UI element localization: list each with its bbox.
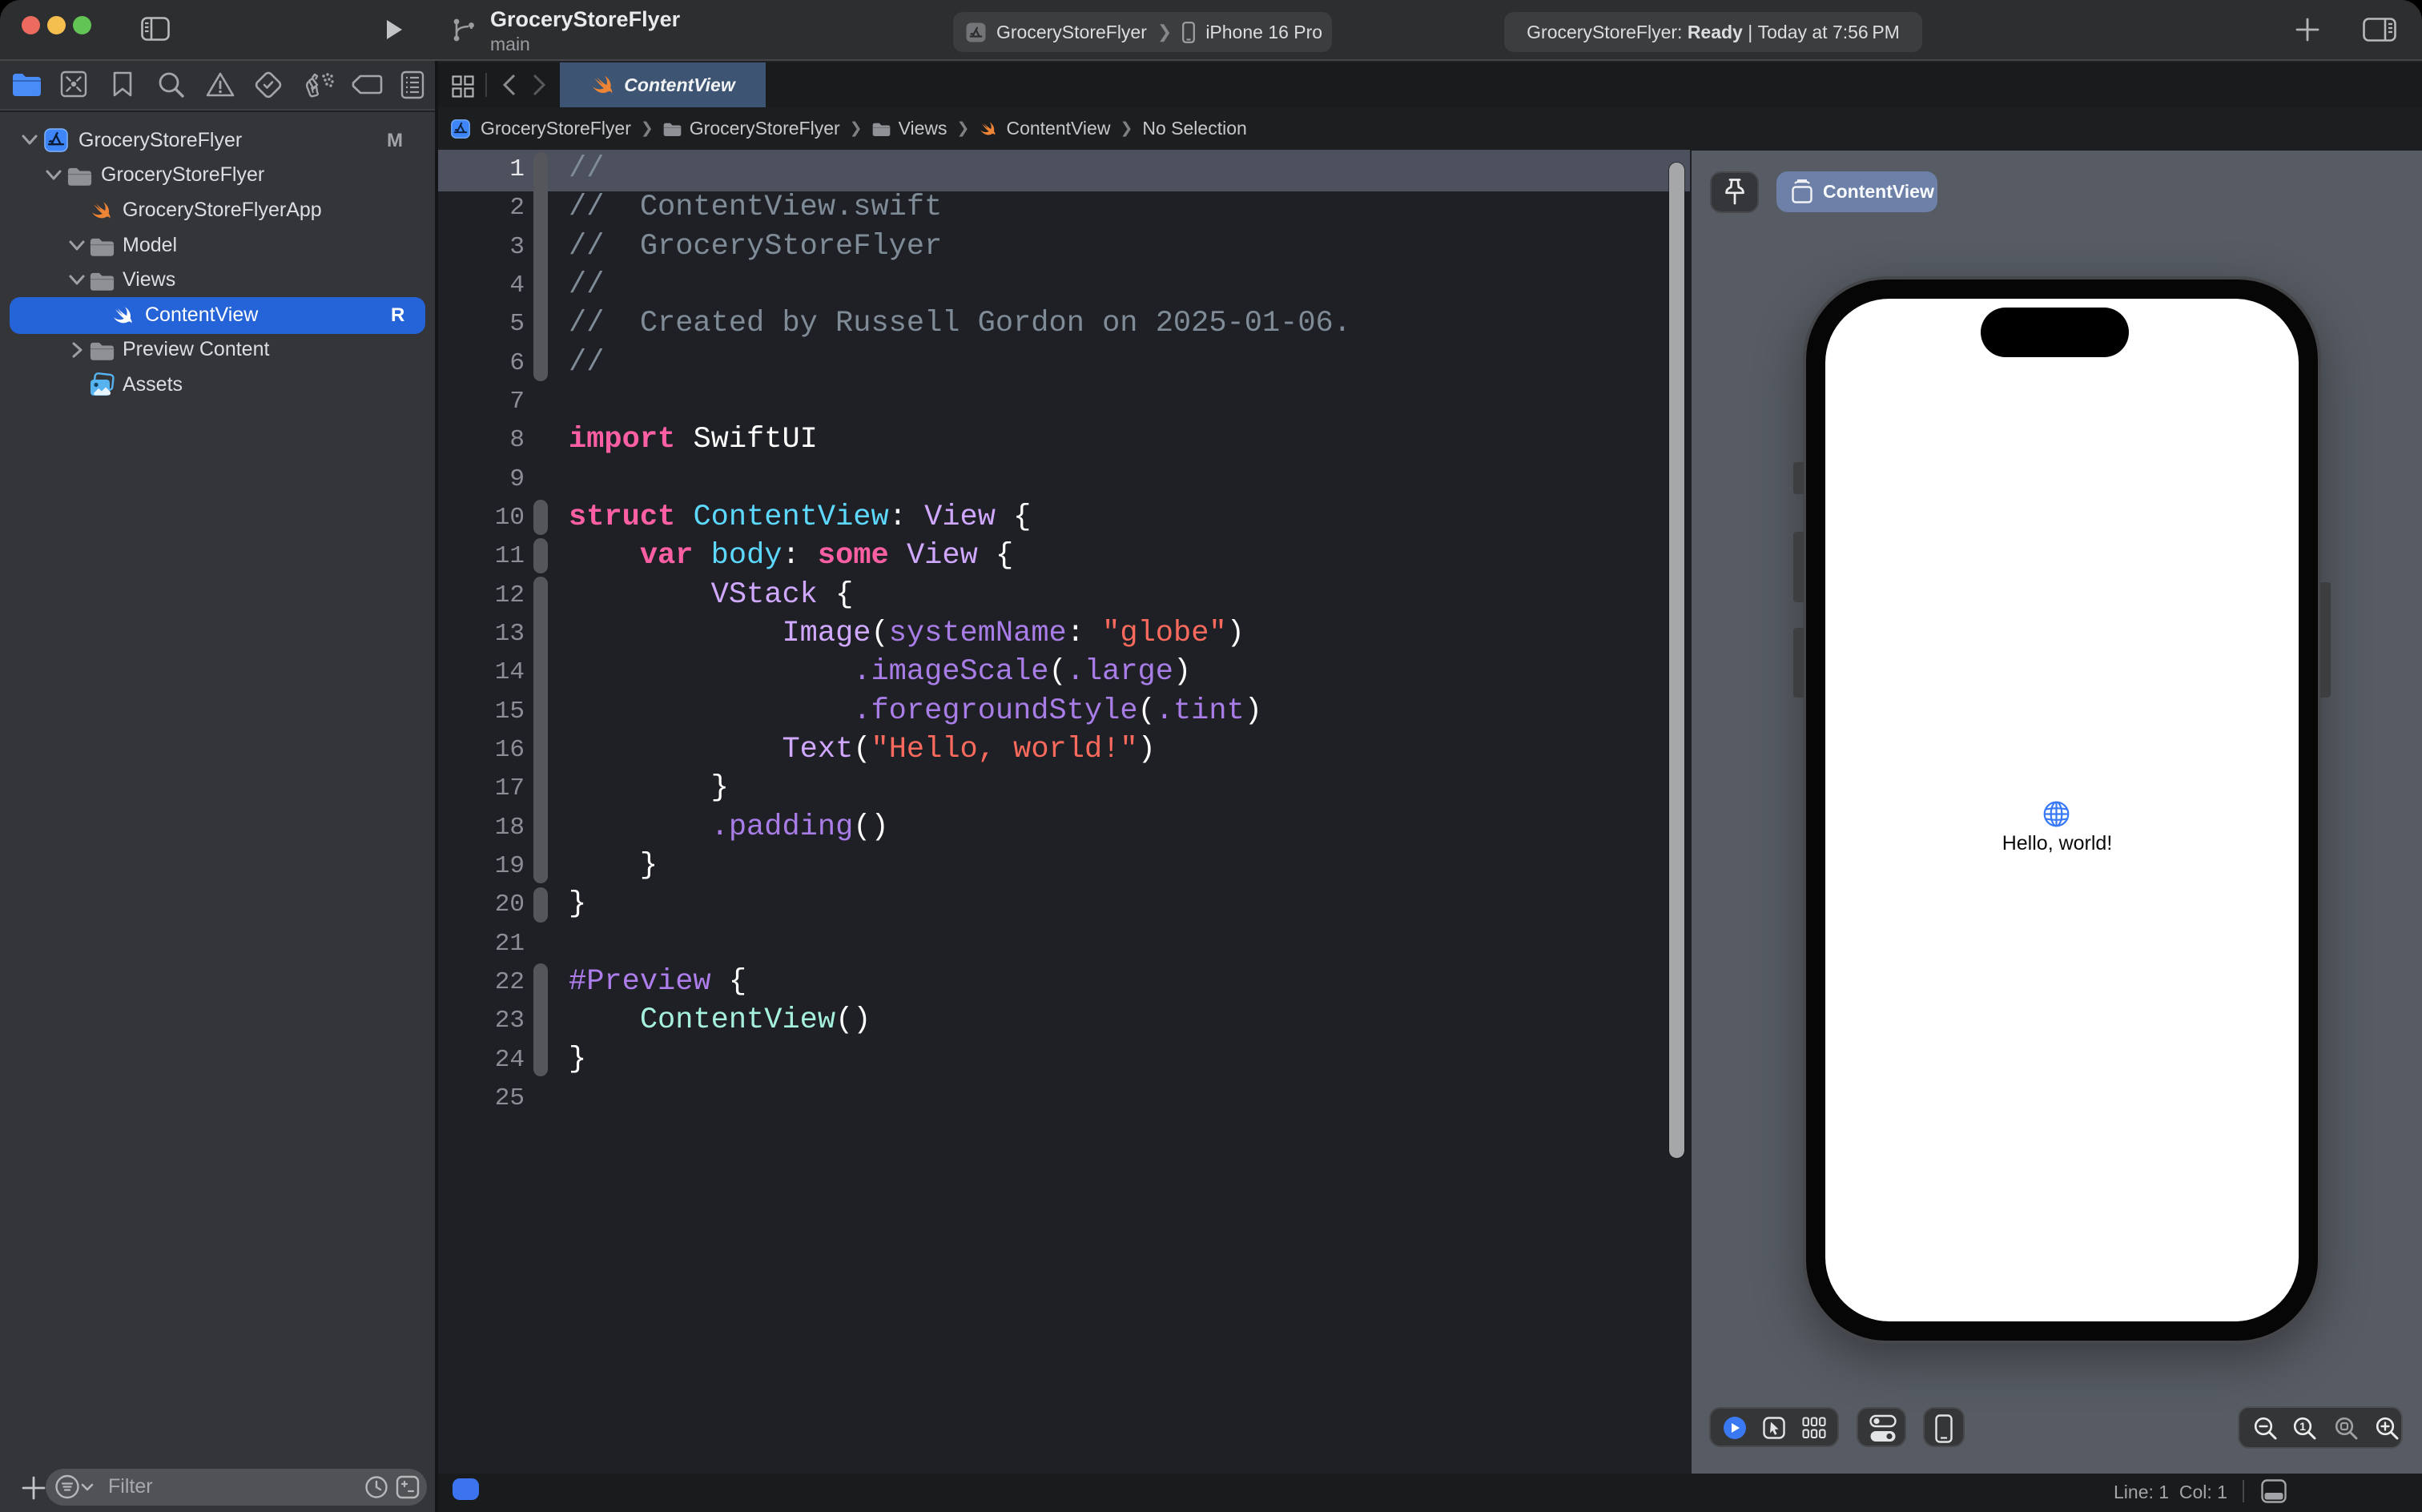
svg-text:1: 1 [2299,1420,2306,1433]
